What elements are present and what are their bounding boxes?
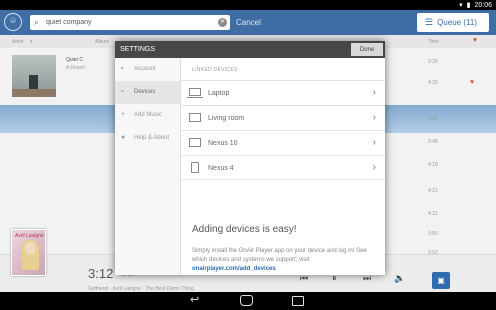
- info-icon: ●: [121, 134, 126, 141]
- search-box: ⌕ ✕: [30, 15, 230, 30]
- settings-sidebar: ▪ Account ▫ Devices + Add Music ● Help &…: [115, 58, 181, 275]
- monitor-icon: [189, 113, 201, 122]
- device-row-nexus-10[interactable]: Nexus 10 ›: [181, 130, 385, 155]
- device-row-laptop[interactable]: Laptop ›: [181, 80, 385, 105]
- clear-search-icon[interactable]: ✕: [218, 18, 227, 27]
- dialog-title: SETTINGS: [120, 46, 156, 53]
- top-bar: ⌾ ⌕ ✕ Cancel ☰Queue (11): [0, 10, 496, 35]
- info-text: Simply install the OnAir Player app on y…: [192, 248, 367, 263]
- device-row-living-room[interactable]: Living room ›: [181, 105, 385, 130]
- system-nav-bar: ↩: [0, 292, 496, 310]
- done-button[interactable]: Done: [351, 43, 383, 56]
- track-time: 4:21: [428, 211, 438, 217]
- sidebar-item-account[interactable]: ▪ Account: [115, 58, 180, 81]
- dialog-header: SETTINGS Done: [115, 41, 385, 58]
- add-devices-link[interactable]: onairplayer.com/add_devices: [192, 266, 276, 272]
- track-time: 3:48: [428, 139, 438, 145]
- col-time[interactable]: Time: [428, 39, 439, 45]
- battery-icon: ▮: [466, 2, 471, 9]
- chevron-right-icon: ›: [372, 137, 376, 148]
- back-icon[interactable]: ↩: [190, 293, 199, 306]
- settings-dialog: SETTINGS Done ▪ Account ▫ Devices + Add …: [115, 41, 385, 275]
- sidebar-item-label: Add Music: [134, 112, 163, 118]
- sidebar-item-help-about[interactable]: ● Help & About: [115, 127, 180, 150]
- sidebar-item-label: Devices: [134, 89, 156, 95]
- sidebar-item-label: Account: [134, 66, 156, 72]
- track-time: 3:50: [428, 231, 438, 237]
- search-icon: ⌕: [34, 17, 40, 27]
- laptop-icon: [187, 88, 203, 98]
- cover-art-face: [25, 242, 36, 255]
- signal-icon: ▾: [459, 2, 463, 9]
- col-artist[interactable]: Artist: [12, 39, 23, 45]
- queue-button[interactable]: ☰ Queue (11): [417, 13, 489, 32]
- chevron-right-icon: ›: [372, 87, 376, 98]
- favorite-heart-icon[interactable]: ♥: [473, 37, 477, 44]
- sidebar-item-label: Help & About: [134, 135, 170, 141]
- search-input[interactable]: [46, 17, 216, 28]
- tablet-icon: [191, 162, 199, 173]
- info-title: Adding devices is easy!: [192, 224, 297, 235]
- sidebar-item-add-music[interactable]: + Add Music: [115, 104, 180, 127]
- device-name: Nexus 4: [208, 165, 234, 172]
- info-body: Simply install the OnAir Player app on y…: [192, 247, 367, 274]
- app: ⌾ ⌕ ✕ Cancel ☰Queue (11) Artist ▾ Album …: [0, 10, 496, 292]
- plus-icon: +: [121, 111, 126, 118]
- cancel-button[interactable]: Cancel: [236, 18, 261, 27]
- person-icon: ▪: [121, 65, 124, 72]
- chevron-right-icon: ›: [372, 112, 376, 123]
- home-icon[interactable]: [240, 295, 253, 306]
- heart-icon[interactable]: ♥: [470, 79, 474, 86]
- cover-title: Avril Lavigne: [15, 233, 44, 239]
- status-time: 20:06: [474, 1, 492, 9]
- device-row-nexus-4[interactable]: Nexus 4 ›: [181, 155, 385, 180]
- sort-chevron-icon[interactable]: ▾: [30, 39, 33, 45]
- status-bar: ▾ ▮ 20:06: [0, 0, 496, 10]
- tv-icon: [189, 138, 201, 147]
- now-playing-cover[interactable]: Avril Lavigne: [11, 229, 46, 276]
- device-name: Living room: [208, 115, 245, 122]
- queue-label: Queue (11): [437, 18, 477, 27]
- track-time: 4:21: [428, 188, 438, 194]
- current-time: 3:12: [88, 266, 114, 281]
- devices-icon: ▫: [121, 88, 124, 95]
- volume-icon[interactable]: 🔈: [394, 273, 405, 284]
- device-name: Nexus 10: [208, 140, 238, 147]
- sidebar-item-devices[interactable]: ▫ Devices: [115, 81, 180, 104]
- track-time: 3:21: [428, 116, 438, 122]
- queue-list-icon: ☰: [425, 17, 434, 27]
- section-header: LINKED DEVICES: [192, 67, 238, 73]
- track-time: 2:26: [428, 59, 438, 65]
- track-time: 4:19: [428, 162, 438, 168]
- settings-content: LINKED DEVICES Laptop › Living room › Ne…: [181, 58, 385, 275]
- col-album[interactable]: Album: [95, 39, 109, 45]
- app-logo-icon[interactable]: ⌾: [4, 13, 22, 31]
- track-time: 4:26: [428, 80, 438, 86]
- recent-apps-icon[interactable]: [292, 296, 304, 306]
- cast-devices-button[interactable]: ▣: [432, 272, 450, 289]
- chevron-right-icon: ›: [372, 162, 376, 173]
- device-name: Laptop: [208, 90, 230, 97]
